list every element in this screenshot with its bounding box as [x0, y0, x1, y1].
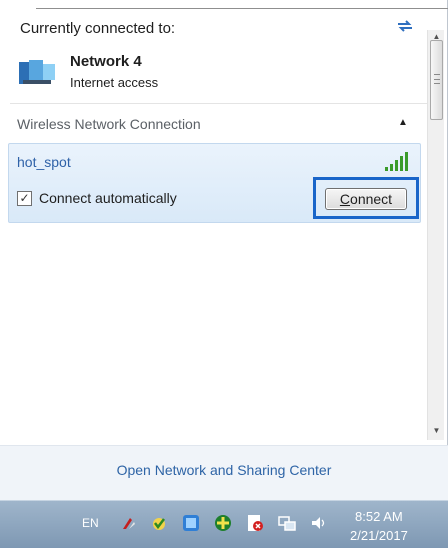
window-border-line [36, 8, 448, 9]
network-status-icon[interactable] [278, 514, 296, 532]
alert-icon[interactable] [246, 514, 264, 532]
connect-label: onnect [350, 191, 393, 207]
language-indicator[interactable]: EN [82, 516, 99, 530]
network-flyout: Currently connected to: Network 4 Intern… [0, 0, 448, 500]
scroll-thumb[interactable] [430, 40, 443, 120]
auto-connect-label[interactable]: Connect automatically [39, 190, 177, 206]
footer: Open Network and Sharing Center [0, 445, 448, 500]
current-network-status: Internet access [70, 75, 159, 90]
refresh-icon[interactable] [395, 16, 415, 36]
connect-button[interactable]: Connect [325, 188, 407, 210]
connect-accelerator: C [339, 191, 351, 207]
network-list-item[interactable]: hot_spot ✓ Connect automatically Connect [8, 143, 421, 223]
current-network-name: Network 4 [70, 53, 142, 70]
update-icon[interactable] [214, 514, 232, 532]
grip-icon [434, 74, 440, 84]
connect-button-highlight: Connect [313, 177, 419, 219]
network-icon [19, 60, 55, 84]
network-ssid: hot_spot [17, 154, 71, 170]
connected-header: Currently connected to: [20, 20, 176, 37]
scroll-down-icon[interactable]: ▼ [428, 424, 445, 438]
divider [10, 103, 427, 104]
security-icon[interactable] [150, 514, 168, 532]
flag-icon[interactable] [120, 514, 138, 532]
network-tool-icon[interactable] [182, 514, 200, 532]
section-title: Wireless Network Connection [17, 116, 201, 132]
auto-connect-checkbox[interactable]: ✓ [17, 191, 32, 206]
network-sharing-center-link[interactable]: Open Network and Sharing Center [0, 462, 448, 478]
collapse-chevron-icon[interactable]: ▲ [398, 117, 410, 129]
taskbar: EN 8:52 AM 2/21/2017 [0, 500, 448, 548]
scrollbar[interactable]: ▲ ▼ [427, 30, 444, 440]
signal-strength-icon [385, 152, 408, 171]
clock-time[interactable]: 8:52 AM [355, 509, 403, 524]
clock-date[interactable]: 2/21/2017 [350, 528, 408, 543]
volume-icon[interactable] [310, 514, 328, 532]
